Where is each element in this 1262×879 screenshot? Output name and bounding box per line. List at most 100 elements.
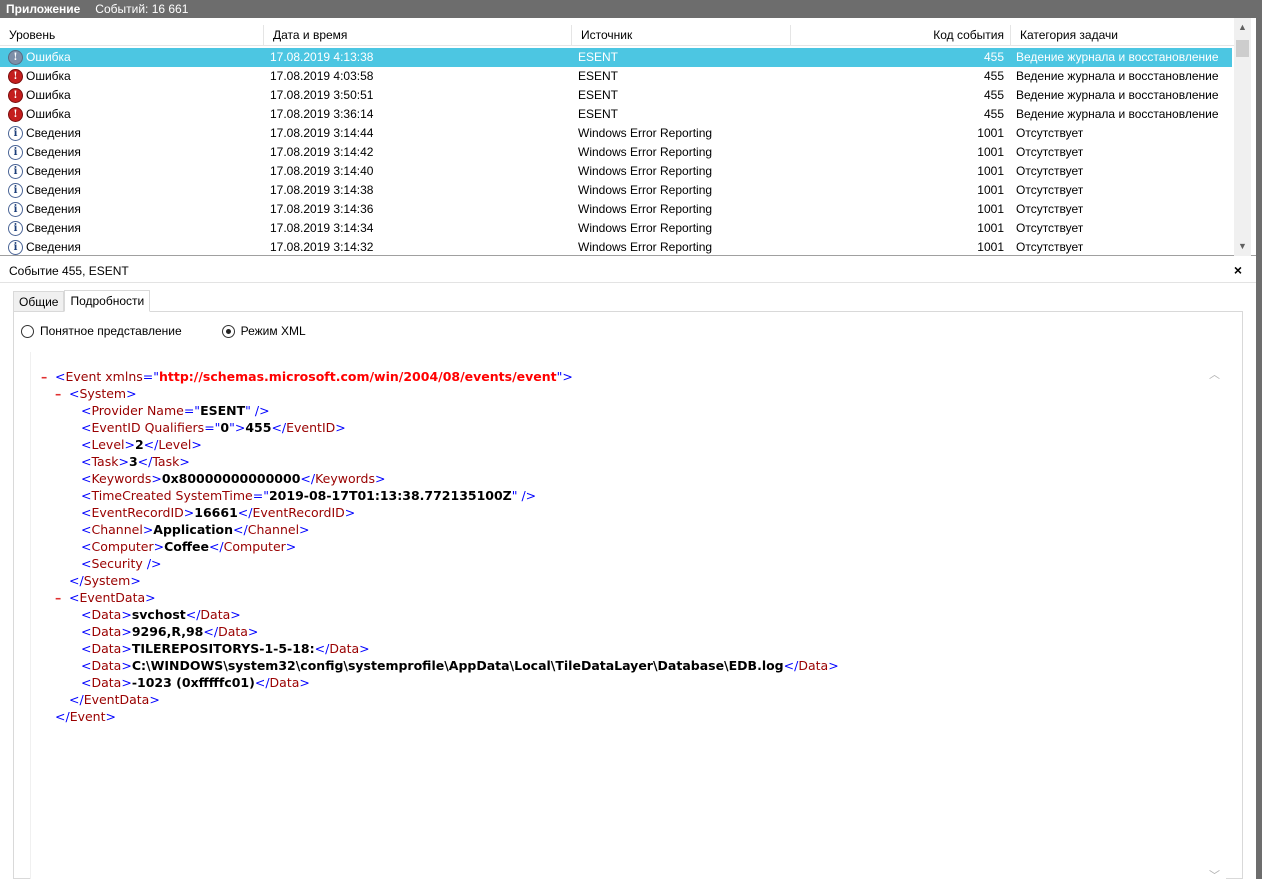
info-icon: i <box>8 183 23 198</box>
level-text: Сведения <box>26 145 81 159</box>
table-row[interactable]: ! Ошибка 17.08.2019 3:50:51 ESENT 455 Ведение… <box>0 86 1232 105</box>
column-code[interactable]: Код события <box>791 25 1011 46</box>
cell-category: Ведение журнала и восстановление <box>1016 107 1219 121</box>
list-scrollbar[interactable]: ▲ ▼ <box>1234 18 1251 256</box>
cell-date: 17.08.2019 3:14:32 <box>270 240 374 254</box>
xml-line: <Data>C:\WINDOWS\system32\config\systemp… <box>81 658 839 673</box>
cell-code: 1001 <box>977 240 1004 254</box>
collapse-icon[interactable]: – <box>41 368 55 385</box>
cell-level: i Сведения <box>0 238 264 255</box>
collapse-icon[interactable]: – <box>55 385 69 402</box>
error-icon: ! <box>8 88 23 103</box>
cell-date: 17.08.2019 3:50:51 <box>270 88 374 102</box>
table-row[interactable]: ! Ошибка 17.08.2019 4:03:58 ESENT 455 Ведение… <box>0 67 1232 86</box>
level-text: Сведения <box>26 240 81 254</box>
xml-line: – <System> <box>55 385 137 402</box>
event-count: Событий: 16 661 <box>95 2 189 16</box>
level-text: Ошибка <box>26 88 71 102</box>
cell-code: 455 <box>983 88 1004 102</box>
column-date[interactable]: Дата и время <box>264 25 572 46</box>
detail-header: Событие 455, ESENT × <box>0 259 1256 283</box>
collapse-icon[interactable]: – <box>55 589 69 606</box>
radio-xml-view[interactable]: Режим XML <box>221 324 306 338</box>
xml-line: <Data>TILEREPOSITORYS-1-5-18:</Data> <box>81 641 370 656</box>
cell-level: i Сведения <box>0 181 264 200</box>
cell-category: Отсутствует <box>1016 221 1084 235</box>
xml-view[interactable]: – <Event xmlns="http://schemas.microsoft.… <box>30 352 1226 879</box>
cell-category: Отсутствует <box>1016 202 1084 216</box>
info-icon: i <box>8 164 23 179</box>
xml-line: <Task>3</Task> <box>81 454 190 469</box>
xml-line: <Provider Name="ESENT" /> <box>81 403 270 418</box>
table-row[interactable]: i Сведения 17.08.2019 3:14:44 Windows Error… <box>0 124 1232 143</box>
cell-category: Отсутствует <box>1016 240 1084 254</box>
level-text: Ошибка <box>26 107 71 121</box>
table-row[interactable]: i Сведения 17.08.2019 3:14:38 Windows Error… <box>0 181 1232 200</box>
level-text: Сведения <box>26 221 81 235</box>
xml-line: <Data>-1023 (0xfffffc01)</Data> <box>81 675 310 690</box>
cell-source: ESENT <box>578 69 619 83</box>
error-icon: ! <box>8 69 23 84</box>
cell-code: 455 <box>983 50 1004 64</box>
table-row[interactable]: i Сведения 17.08.2019 3:14:40 Windows Error… <box>0 162 1232 181</box>
table-row[interactable]: i Сведения 17.08.2019 3:14:36 Windows Error… <box>0 200 1232 219</box>
table-row[interactable]: ! Ошибка 17.08.2019 3:36:14 ESENT 455 Ведение… <box>0 105 1232 124</box>
cell-level: i Сведения <box>0 143 264 162</box>
cell-date: 17.08.2019 3:14:38 <box>270 183 374 197</box>
radio-friendly-view[interactable]: Понятное представление <box>21 324 182 338</box>
xml-line: <EventRecordID>16661</EventRecordID> <box>81 505 356 520</box>
info-icon: i <box>8 221 23 236</box>
cell-source: Windows Error Reporting <box>578 183 713 197</box>
cell-level: i Сведения <box>0 162 264 181</box>
info-icon: i <box>8 145 23 160</box>
chevron-up-icon[interactable]: ︿ <box>1209 366 1220 382</box>
cell-date: 17.08.2019 3:14:40 <box>270 164 374 178</box>
cell-source: Windows Error Reporting <box>578 240 713 254</box>
xml-line: </EventData> <box>69 692 160 707</box>
level-text: Ошибка <box>26 50 71 64</box>
column-level[interactable]: Уровень <box>0 25 264 46</box>
table-row[interactable]: i Сведения 17.08.2019 3:14:32 Windows Error… <box>0 238 1232 255</box>
detail-tabs: Общие Подробности <box>13 290 151 312</box>
cell-source: Windows Error Reporting <box>578 202 713 216</box>
cell-level: ! Ошибка <box>0 86 264 105</box>
cell-category: Ведение журнала и восстановление <box>1016 69 1219 83</box>
cell-level: ! Ошибка <box>0 105 264 124</box>
cell-source: ESENT <box>578 50 619 64</box>
cell-date: 17.08.2019 3:14:42 <box>270 145 374 159</box>
cell-date: 17.08.2019 3:36:14 <box>270 107 374 121</box>
chevron-down-icon[interactable]: ﹀ <box>1209 867 1220 879</box>
radio-friendly-label[interactable]: Понятное представление <box>40 324 182 338</box>
radio-checked-icon[interactable] <box>221 324 235 338</box>
title-bar: Приложение Событий: 16 661 <box>0 0 1256 18</box>
event-list[interactable]: Уровень Дата и время Источник Код событи… <box>0 18 1256 256</box>
radio-xml-label[interactable]: Режим XML <box>241 324 306 338</box>
column-source[interactable]: Источник <box>572 25 791 46</box>
table-row[interactable]: ! Ошибка 17.08.2019 4:13:38 ESENT 455 Ведение… <box>0 48 1232 67</box>
scroll-up-icon[interactable]: ▲ <box>1234 20 1251 34</box>
scroll-down-icon[interactable]: ▼ <box>1234 239 1251 253</box>
tab-general[interactable]: Общие <box>13 291 65 312</box>
xml-line: <Keywords>0x80000000000000</Keywords> <box>81 471 386 486</box>
tab-details[interactable]: Подробности <box>64 290 151 312</box>
table-row[interactable]: i Сведения 17.08.2019 3:14:34 Windows Error… <box>0 219 1232 238</box>
column-category[interactable]: Категория задачи <box>1011 25 1234 46</box>
xml-scrollbar[interactable]: ︿ ﹀ <box>1203 362 1223 879</box>
close-icon[interactable]: × <box>1234 262 1242 278</box>
cell-code: 1001 <box>977 164 1004 178</box>
cell-source: Windows Error Reporting <box>578 126 713 140</box>
cell-code: 1001 <box>977 221 1004 235</box>
xml-line: <TimeCreated SystemTime="2019-08-17T01:1… <box>81 488 537 503</box>
level-text: Сведения <box>26 202 81 216</box>
cell-code: 455 <box>983 107 1004 121</box>
info-icon: i <box>8 126 23 141</box>
level-text: Сведения <box>26 183 81 197</box>
table-row[interactable]: i Сведения 17.08.2019 3:14:42 Windows Error… <box>0 143 1232 162</box>
error-icon: ! <box>8 107 23 122</box>
scroll-thumb[interactable] <box>1236 40 1249 57</box>
cell-category: Ведение журнала и восстановление <box>1016 88 1219 102</box>
xml-line: </System> <box>69 573 141 588</box>
cell-code: 1001 <box>977 126 1004 140</box>
radio-unchecked-icon[interactable] <box>21 324 34 338</box>
cell-category: Отсутствует <box>1016 164 1084 178</box>
